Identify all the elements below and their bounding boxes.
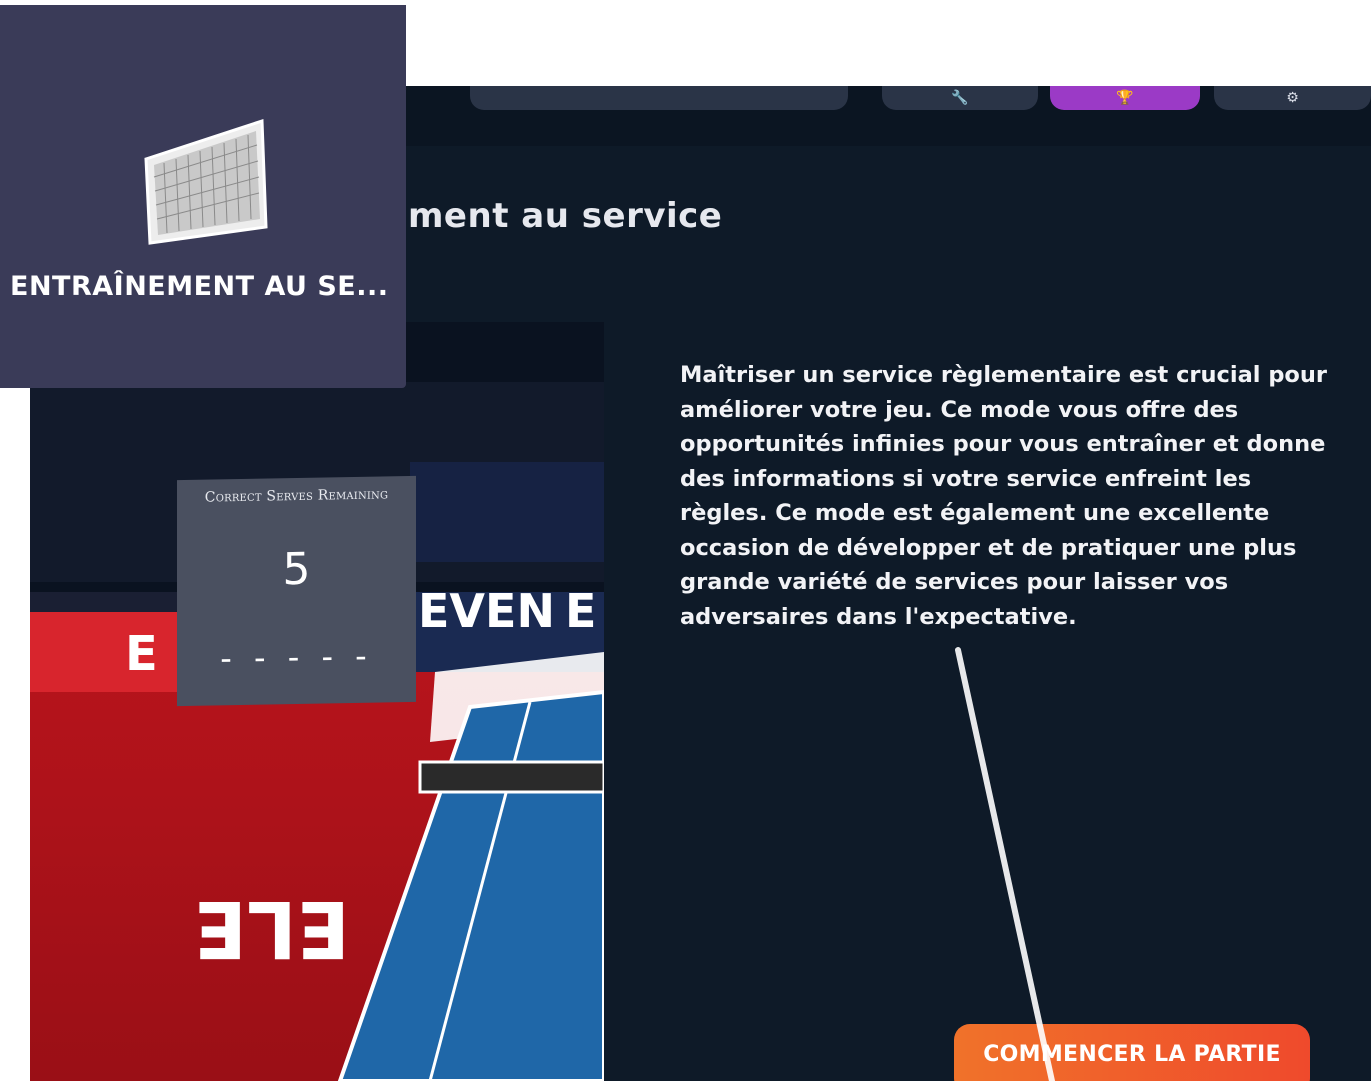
mode-card-label: ENTRAÎNEMENT AU SE...	[10, 271, 389, 302]
mode-card-serve-training[interactable]: ENTRAÎNEMENT AU SE...	[0, 5, 406, 388]
net-icon	[144, 118, 268, 245]
vr-menu-scene: 🔧 🏆 ⚙ ment au service E EVEN E ELE Corre…	[0, 0, 1371, 1081]
